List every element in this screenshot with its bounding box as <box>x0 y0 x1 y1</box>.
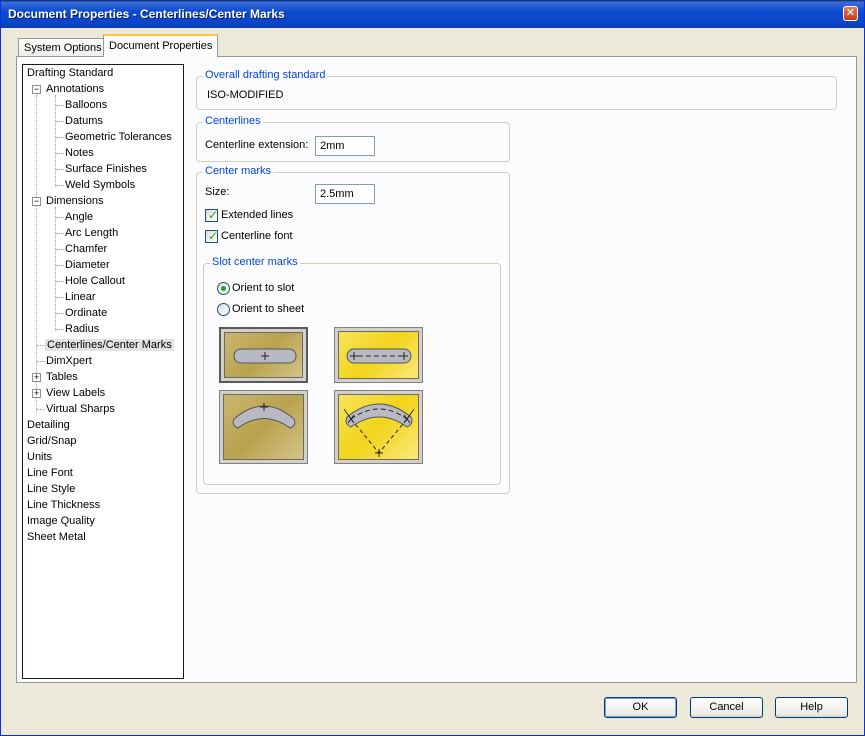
cancel-button[interactable]: Cancel <box>690 697 763 718</box>
tree-item-radius[interactable]: Radius <box>65 322 99 337</box>
tree-item-geometric-tolerances[interactable]: Geometric Tolerances <box>65 130 172 145</box>
tree-item-hole-callout[interactable]: Hole Callout <box>65 274 125 289</box>
expand-tables-icon[interactable]: + <box>32 373 41 382</box>
group-legend: Centerlines <box>203 115 263 127</box>
title-bar[interactable]: Document Properties - Centerlines/Center… <box>1 0 864 28</box>
tree-item-centerlines-center-marks[interactable]: Centerlines/Center Marks <box>45 338 174 353</box>
tree-connector <box>56 265 64 266</box>
tree-connector <box>56 297 64 298</box>
close-icon[interactable]: ✕ <box>843 6 858 21</box>
tree-item-annotations[interactable]: Annotations <box>46 82 104 97</box>
arc-slot-center-tile[interactable] <box>219 390 308 464</box>
centerline-extension-label: Centerline extension: <box>205 139 309 151</box>
check-icon: ✓ <box>208 229 219 243</box>
tree-connector <box>56 137 64 138</box>
tree-item-ordinate[interactable]: Ordinate <box>65 306 107 321</box>
arc-slot-extended-icon <box>343 403 415 457</box>
overall-drafting-standard-group: Overall drafting standard ISO-MODIFIED <box>196 69 837 110</box>
orient-to-slot-radio[interactable] <box>217 282 230 295</box>
orient-to-sheet-radio[interactable] <box>217 303 230 316</box>
tree-connector <box>56 217 64 218</box>
tree-connector <box>37 345 45 346</box>
tree-connector <box>36 95 37 413</box>
tree-item-linear[interactable]: Linear <box>65 290 96 305</box>
expand-view-labels-icon[interactable]: + <box>32 389 41 398</box>
tree-item-line-thickness[interactable]: Line Thickness <box>27 498 100 513</box>
centerlines-group: Centerlines Centerline extension: <box>196 115 510 162</box>
tree-item-notes[interactable]: Notes <box>65 146 94 161</box>
centerline-font-checkbox[interactable]: ✓ <box>205 229 219 243</box>
center-marks-group: Center marks Size: ✓ Extended lines ✓ Ce… <box>196 165 510 494</box>
dialog-window: Document Properties - Centerlines/Center… <box>0 0 865 736</box>
extended-lines-label[interactable]: Extended lines <box>221 209 293 221</box>
straight-slot-ends-tile[interactable] <box>334 327 423 383</box>
tree-item-dimensions[interactable]: Dimensions <box>46 194 103 209</box>
window-title: Document Properties - Centerlines/Center… <box>8 7 285 21</box>
help-button[interactable]: Help <box>775 697 848 718</box>
tree-item-surface-finishes[interactable]: Surface Finishes <box>65 162 147 177</box>
check-icon: ✓ <box>208 208 219 222</box>
tree-connector <box>56 169 64 170</box>
tree-connector <box>56 185 64 186</box>
tree-connector <box>55 95 56 187</box>
group-legend: Slot center marks <box>210 256 300 268</box>
center-mark-size-input[interactable] <box>315 184 375 204</box>
tree-item-drafting-standard[interactable]: Drafting Standard <box>27 66 113 81</box>
group-legend: Center marks <box>203 165 274 177</box>
tree-connector <box>56 313 64 314</box>
tab-document-properties[interactable]: Document Properties <box>103 34 218 57</box>
tree-item-dimxpert[interactable]: DimXpert <box>46 354 92 369</box>
tree-item-grid-snap[interactable]: Grid/Snap <box>27 434 77 449</box>
tree-connector <box>56 121 64 122</box>
tree-item-diameter[interactable]: Diameter <box>65 258 110 273</box>
size-label: Size: <box>205 186 230 198</box>
tree-item-chamfer[interactable]: Chamfer <box>65 242 107 257</box>
drafting-standard-value: ISO-MODIFIED <box>207 89 284 101</box>
group-legend: Overall drafting standard <box>203 69 328 81</box>
centerline-extension-input[interactable] <box>315 136 375 156</box>
tree-connector <box>56 105 64 106</box>
tree-item-virtual-sharps[interactable]: Virtual Sharps <box>46 402 115 417</box>
tree-item-tables[interactable]: Tables <box>46 370 78 385</box>
collapse-annotations-icon[interactable]: − <box>32 85 41 94</box>
tree-connector <box>37 361 45 362</box>
orient-to-sheet-label[interactable]: Orient to sheet <box>232 303 304 315</box>
tree-item-view-labels[interactable]: View Labels <box>46 386 105 401</box>
arc-slot-extended-tile[interactable] <box>334 390 423 464</box>
tree-item-line-font[interactable]: Line Font <box>27 466 73 481</box>
slot-center-marks-group: Slot center marks Orient to slot Orient … <box>203 256 501 485</box>
tree-connector <box>56 281 64 282</box>
tree-item-image-quality[interactable]: Image Quality <box>27 514 95 529</box>
tree-item-weld-symbols[interactable]: Weld Symbols <box>65 178 135 193</box>
tree-item-arc-length[interactable]: Arc Length <box>65 226 118 241</box>
straight-slot-center-tile[interactable] <box>219 327 308 383</box>
tree-item-line-style[interactable]: Line Style <box>27 482 75 497</box>
tree-item-units[interactable]: Units <box>27 450 52 465</box>
tree-connector <box>56 329 64 330</box>
extended-lines-checkbox[interactable]: ✓ <box>205 208 219 222</box>
tree-item-datums[interactable]: Datums <box>65 114 103 129</box>
tree-connector <box>37 409 45 410</box>
tree-connector <box>56 233 64 234</box>
orient-to-slot-label[interactable]: Orient to slot <box>232 282 294 294</box>
straight-slot-ends-icon <box>346 348 412 364</box>
tree-item-sheet-metal[interactable]: Sheet Metal <box>27 530 86 545</box>
ok-button[interactable]: OK <box>604 697 677 718</box>
tree-item-detailing[interactable]: Detailing <box>27 418 70 433</box>
tree-item-balloons[interactable]: Balloons <box>65 98 107 113</box>
collapse-dimensions-icon[interactable]: − <box>32 197 41 206</box>
property-tree[interactable]: − − + + Drafting Standard Annotations Ba… <box>22 64 184 679</box>
straight-slot-center-icon <box>233 348 297 364</box>
centerline-font-label[interactable]: Centerline font <box>221 230 293 242</box>
tree-item-angle[interactable]: Angle <box>65 210 93 225</box>
tree-connector <box>56 153 64 154</box>
tree-connector <box>56 249 64 250</box>
arc-slot-center-icon <box>232 403 296 429</box>
